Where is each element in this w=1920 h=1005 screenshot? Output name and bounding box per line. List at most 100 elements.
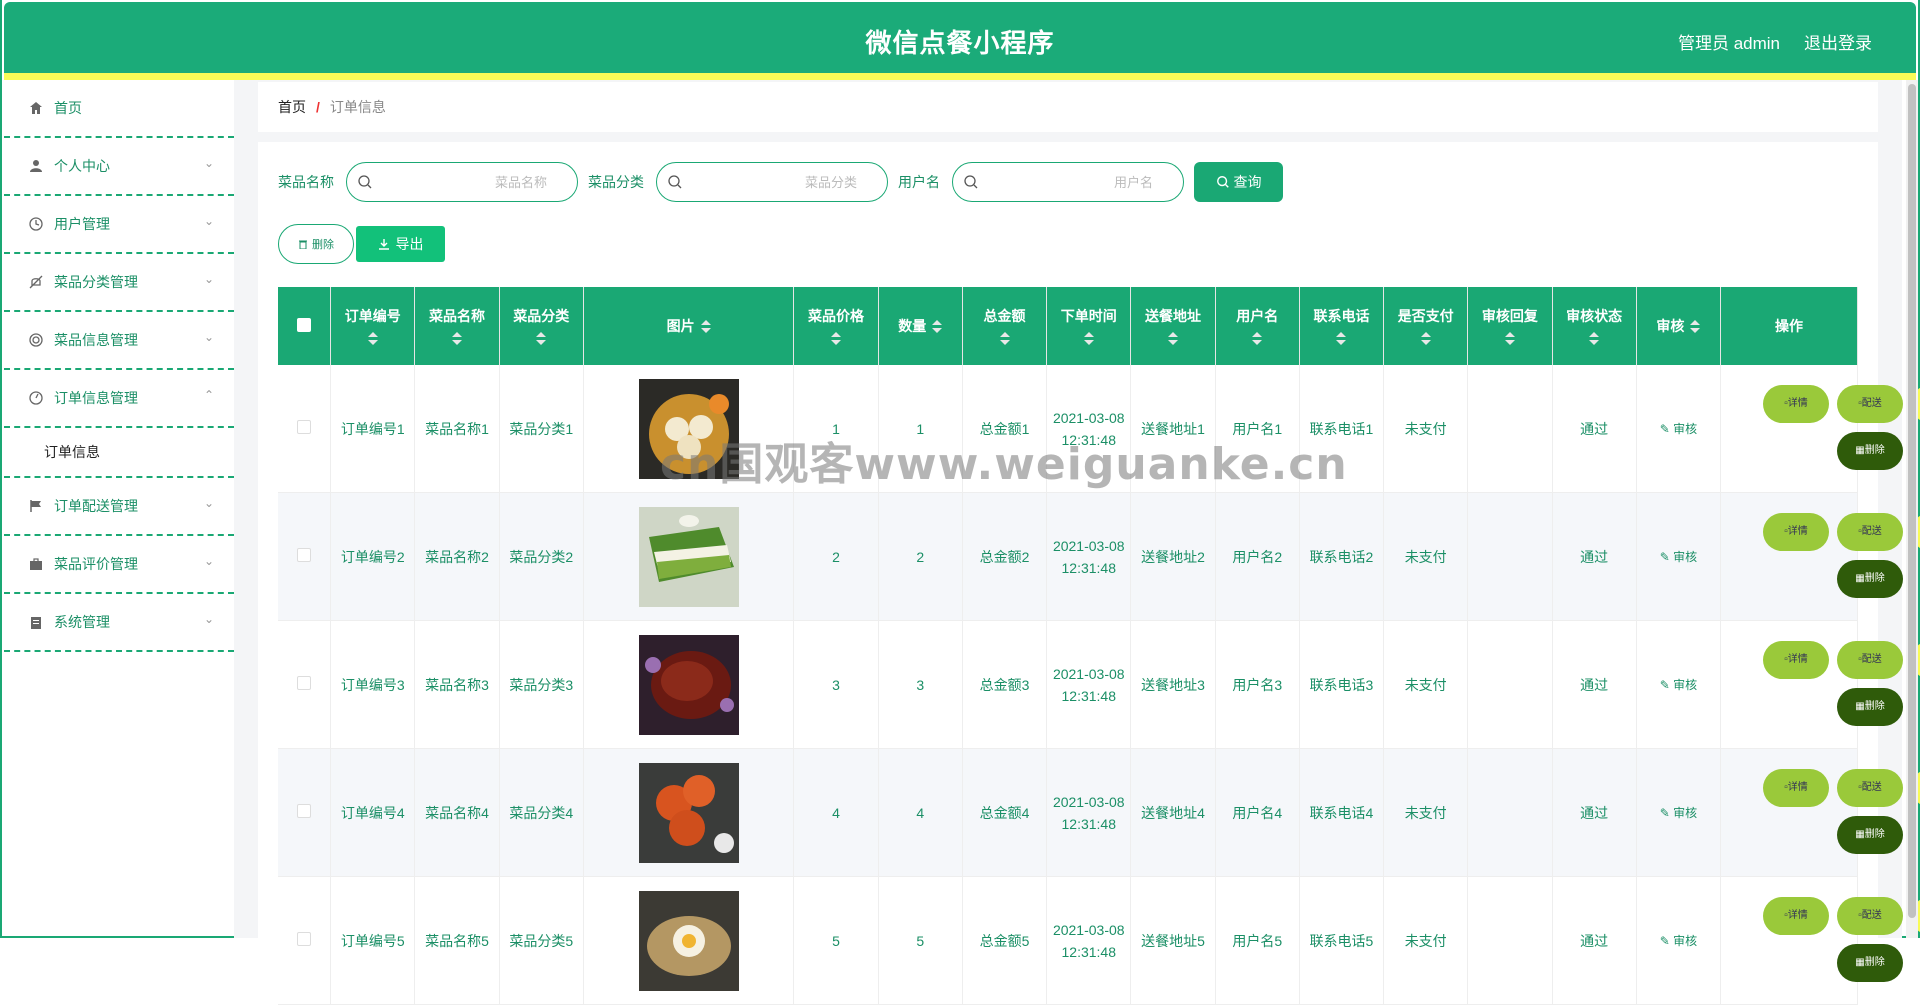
export-button[interactable]: 导出 bbox=[356, 226, 445, 262]
audit-link[interactable]: ✎ 审核 bbox=[1660, 934, 1697, 948]
sidebar-item-delivery[interactable]: 订单配送管理 ⌄ bbox=[4, 478, 234, 536]
row-delete-button[interactable]: ▦ 删除 bbox=[1837, 816, 1904, 854]
sidebar-item-label: 首页 bbox=[54, 100, 82, 116]
row-delete-button[interactable]: ▦ 删除 bbox=[1837, 688, 1904, 726]
detail-button[interactable]: ▫ 详情 bbox=[1763, 641, 1830, 679]
col-header[interactable]: 图片 bbox=[583, 287, 795, 365]
detail-button[interactable]: ▫ 详情 bbox=[1763, 769, 1830, 807]
col-header[interactable]: 菜品分类 bbox=[499, 287, 584, 365]
table-row: 订单编号1 菜品名称1 菜品分类1 1 1 总金额1 2021-03-08 12:31:48… bbox=[278, 365, 1920, 493]
trash-icon: ▦ bbox=[1855, 701, 1865, 712]
flag-icon bbox=[28, 498, 44, 514]
sort-icon bbox=[367, 332, 378, 346]
table-row: 订单编号2 菜品名称2 菜品分类2 2 2 总金额2 2021-03-08 12:31:48… bbox=[278, 492, 1920, 621]
col-header[interactable]: 联系电话 bbox=[1299, 287, 1385, 365]
audit-link[interactable]: ✎ 审核 bbox=[1660, 678, 1697, 692]
cell-dish-name: 菜品名称4 bbox=[414, 748, 500, 877]
cell-image bbox=[583, 748, 795, 877]
col-header[interactable]: 送餐地址 bbox=[1130, 287, 1216, 365]
trash-icon bbox=[299, 240, 307, 249]
select-all-checkbox[interactable] bbox=[297, 317, 312, 332]
detail-button[interactable]: ▫ 详情 bbox=[1763, 385, 1830, 423]
batch-delete-label: 删除 bbox=[312, 239, 334, 251]
chevron-up-icon: ⌃ bbox=[203, 388, 214, 402]
egg-dish-photo bbox=[638, 890, 739, 991]
col-header[interactable]: 总金额 bbox=[962, 287, 1048, 365]
row-checkbox[interactable] bbox=[297, 675, 312, 690]
user-icon bbox=[28, 158, 44, 174]
detail-button[interactable]: ▫ 详情 bbox=[1763, 513, 1830, 551]
submenu-order-info[interactable]: 订单信息 bbox=[4, 428, 234, 478]
sidebar-item-dish-category[interactable]: 菜品分类管理 ⌄ bbox=[4, 254, 234, 312]
query-button[interactable]: 查询 bbox=[1194, 162, 1283, 202]
audit-link[interactable]: ✎ 审核 bbox=[1660, 806, 1697, 820]
cell-status: 通过 bbox=[1552, 876, 1637, 1005]
audit-link[interactable]: ✎ 审核 bbox=[1660, 422, 1697, 436]
breadcrumb-home[interactable]: 首页 bbox=[278, 97, 306, 117]
trash-icon: ▦ bbox=[1855, 573, 1865, 584]
sidebar-item-users[interactable]: 用户管理 ⌄ bbox=[4, 196, 234, 254]
row-checkbox[interactable] bbox=[297, 419, 312, 434]
dish-category-input[interactable] bbox=[691, 171, 877, 193]
col-header[interactable]: 审核回复 bbox=[1467, 287, 1553, 365]
username-input[interactable] bbox=[987, 171, 1173, 193]
clock-icon bbox=[28, 216, 44, 232]
deliver-button[interactable]: ▫ 配送 bbox=[1837, 897, 1904, 935]
row-checkbox[interactable] bbox=[297, 931, 312, 946]
col-header[interactable]: 是否支付 bbox=[1383, 287, 1469, 365]
sidebar-item-dish-info[interactable]: 菜品信息管理 ⌄ bbox=[4, 312, 234, 370]
cell-phone: 联系电话1 bbox=[1299, 365, 1385, 493]
sidebar-item-home[interactable]: 首页 bbox=[4, 80, 234, 138]
gauge-icon bbox=[28, 390, 44, 406]
deliver-button[interactable]: ▫ 配送 bbox=[1837, 769, 1904, 807]
action-bar: 删除 导出 bbox=[278, 224, 445, 264]
cell-total: 总金额5 bbox=[962, 876, 1048, 1005]
row-checkbox[interactable] bbox=[297, 803, 312, 818]
sidebar-item-system[interactable]: 系统管理 ⌄ bbox=[4, 594, 234, 652]
dish-category-label: 菜品分类 bbox=[588, 174, 644, 190]
username-field bbox=[952, 162, 1184, 202]
col-header[interactable]: 订单编号 bbox=[330, 287, 416, 365]
audit-link[interactable]: ✎ 审核 bbox=[1660, 550, 1697, 564]
cell-dish-name: 菜品名称1 bbox=[414, 365, 500, 493]
row-select-cell bbox=[278, 876, 332, 1005]
detail-button[interactable]: ▫ 详情 bbox=[1763, 897, 1830, 935]
table-header-row: 订单编号 菜品名称 菜品分类 图片 菜品价格 数量 总金额 下单时间 送餐地址 … bbox=[278, 287, 1858, 365]
sidebar-item-profile[interactable]: 个人中心 ⌄ bbox=[4, 138, 234, 196]
col-header[interactable]: 用户名 bbox=[1215, 287, 1300, 365]
row-delete-button[interactable]: ▦ 删除 bbox=[1837, 560, 1904, 598]
search-icon bbox=[1216, 176, 1229, 188]
col-header[interactable]: 菜品价格 bbox=[793, 287, 879, 365]
row-delete-button[interactable]: ▦ 删除 bbox=[1837, 432, 1904, 470]
deliver-button[interactable]: ▫ 配送 bbox=[1837, 385, 1904, 423]
col-header[interactable]: 审核状态 bbox=[1552, 287, 1637, 365]
col-header[interactable]: 审核 bbox=[1636, 287, 1722, 365]
deliver-button[interactable]: ▫ 配送 bbox=[1837, 641, 1904, 679]
dish-name-input[interactable] bbox=[381, 171, 567, 193]
chevron-down-icon: ⌄ bbox=[203, 554, 214, 568]
cell-username: 用户名3 bbox=[1215, 620, 1300, 749]
col-header[interactable]: 菜品名称 bbox=[414, 287, 500, 365]
sort-icon bbox=[999, 332, 1010, 346]
sidebar-item-reviews[interactable]: 菜品评价管理 ⌄ bbox=[4, 536, 234, 594]
deliver-button[interactable]: ▫ 配送 bbox=[1837, 513, 1904, 551]
scrollbar-thumb[interactable] bbox=[1908, 84, 1916, 918]
top-header: 微信点餐小程序 管理员 admin 退出登录 bbox=[4, 2, 1916, 73]
logout-link[interactable]: 退出登录 bbox=[1804, 29, 1872, 54]
cell-image bbox=[583, 620, 795, 749]
page-scrollbar[interactable] bbox=[1906, 80, 1918, 938]
table-row: 订单编号5 菜品名称5 菜品分类5 5 5 总金额5 2021-03-08 12:31:48… bbox=[278, 876, 1920, 1005]
row-checkbox[interactable] bbox=[297, 547, 312, 562]
export-button-label: 导出 bbox=[395, 236, 424, 252]
row-delete-button[interactable]: ▦ 删除 bbox=[1837, 944, 1904, 982]
batch-delete-button[interactable]: 删除 bbox=[278, 224, 354, 264]
sort-icon bbox=[1690, 320, 1701, 334]
app-title: 微信点餐小程序 bbox=[865, 28, 1055, 58]
cell-price: 4 bbox=[793, 748, 879, 877]
sidebar-item-orders[interactable]: 订单信息管理 ⌃ bbox=[4, 370, 234, 428]
current-user: 管理员 admin bbox=[1677, 34, 1780, 53]
cell-qty: 1 bbox=[878, 365, 963, 493]
row-select-cell bbox=[278, 365, 332, 493]
col-header[interactable]: 数量 bbox=[878, 287, 963, 365]
col-header[interactable]: 下单时间 bbox=[1046, 287, 1132, 365]
